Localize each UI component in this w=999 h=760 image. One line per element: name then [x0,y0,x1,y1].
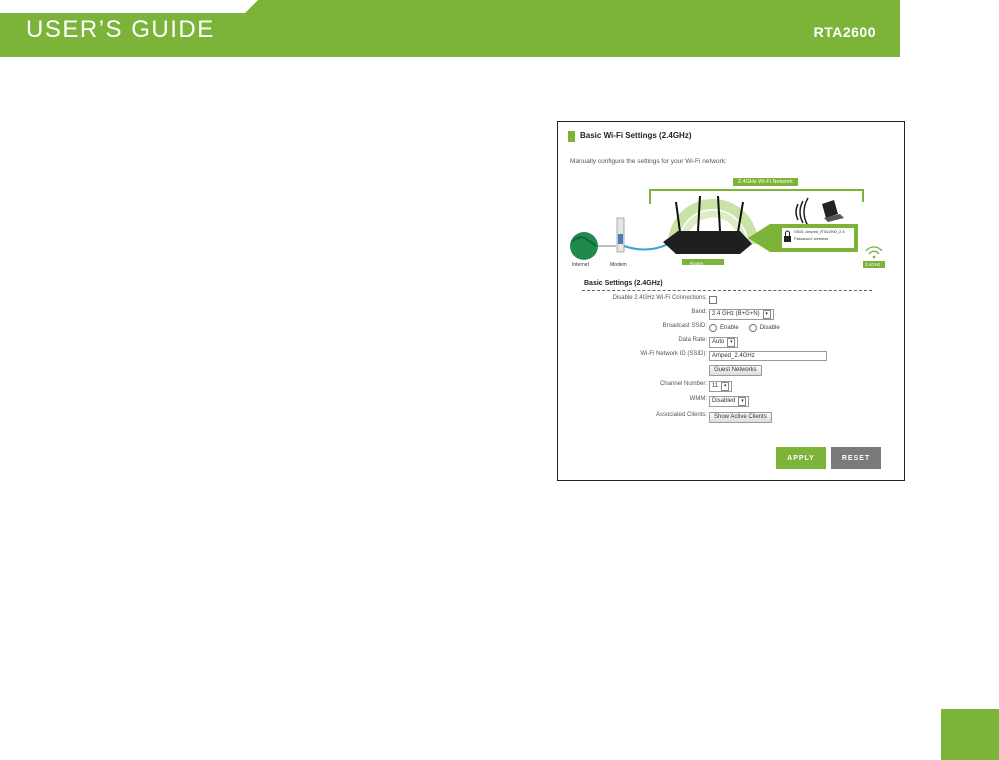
chevron-down-icon: ▾ [721,381,730,391]
wmm-select[interactable]: Disabled ▾ [709,395,750,407]
password-line: Password: wireless [794,236,829,241]
band-label: Band: [691,309,707,315]
broadcast-row: Broadcast SSID: Enable Disable [558,322,904,334]
data-rate-label: Data Rate: [678,337,707,343]
data-rate-row: Data Rate: Auto ▾ [558,336,904,348]
broadcast-label: Broadcast SSID: [662,323,707,329]
enable-option-label: Enable [720,325,739,331]
model-name: RTA2600 [813,24,876,40]
data-rate-select[interactable]: Auto ▾ [709,336,739,348]
ssid-row: Wi-Fi Network ID (SSID): Amped_2.4GHz [558,350,904,362]
enable-radio[interactable] [709,324,717,332]
wmm-label: WMM: [689,396,707,402]
network-diagram: 2.4GHz Wi-Fi Network Internet Modem Rout… [558,174,904,274]
disable-radio[interactable] [748,324,757,332]
band-row: Band: 2.4 GHz (B+G+N) ▾ [558,308,904,320]
band-select[interactable]: 2.4 GHz (B+G+N) ▾ [709,308,774,320]
band-value: 2.4 GHz (B+G+N) [712,311,760,317]
chevron-down-icon: ▾ [738,396,747,406]
panel-description: Manually configure the settings for your… [570,158,727,165]
wifi-icon [795,197,809,227]
disable-label: Disable 2.4GHz Wi-Fi Connections: [612,295,707,301]
basic-settings-heading: Basic Settings (2.4GHz) [584,280,663,287]
chevron-down-icon: ▾ [727,337,736,347]
disable-row: Disable 2.4GHz Wi-Fi Connections: [558,294,904,306]
laptop-icon [822,200,844,222]
wmm-row: WMM: Disabled ▾ [558,395,904,407]
reset-button[interactable]: RESET [831,447,881,469]
modem-icon [616,217,625,253]
clients-row: Associated Clients: Show Active Clients [558,411,904,423]
router-label: Router [690,261,704,266]
band-badge: 2.4GHz [865,262,881,267]
apply-button[interactable]: APPLY [776,447,826,469]
ssid-input[interactable]: Amped_2.4GHz [709,351,827,361]
title-square-icon [568,131,575,142]
internet-label: Internet [572,262,589,268]
disable-option-label: Disable [759,325,780,331]
guest-row: Guest Networks [558,364,904,376]
page-tab [941,709,999,760]
section-divider [582,290,872,291]
panel-title-text: Basic Wi-Fi Settings (2.4GHz) [580,131,692,140]
clients-label: Associated Clients: [655,412,707,418]
wmm-value: Disabled [712,398,736,404]
channel-label: Channel Number: [659,381,707,387]
channel-row: Channel Number: 11 ▾ [558,380,904,392]
show-active-clients-button[interactable]: Show Active Clients [709,411,772,423]
ssid-line: SSID: Amped_RTA1900_2.4 [794,229,845,234]
settings-screenshot: Basic Wi-Fi Settings (2.4GHz) Manually c… [557,121,905,481]
chevron-down-icon: ▾ [762,309,771,319]
data-rate-value: Auto [712,339,725,345]
header-banner: USER’S GUIDE RTA2600 [0,0,900,57]
ssid-label: Wi-Fi Network ID (SSID): [640,351,707,357]
guide-title: USER’S GUIDE [26,16,215,43]
globe-icon [570,232,598,260]
disable-checkbox[interactable] [709,296,717,304]
guest-networks-button[interactable]: Guest Networks [709,364,762,376]
channel-select[interactable]: 11 ▾ [709,380,733,392]
network-label: 2.4GHz Wi-Fi Network [733,178,798,186]
channel-value: 11 [712,383,719,389]
modem-label: Modem [610,262,627,268]
